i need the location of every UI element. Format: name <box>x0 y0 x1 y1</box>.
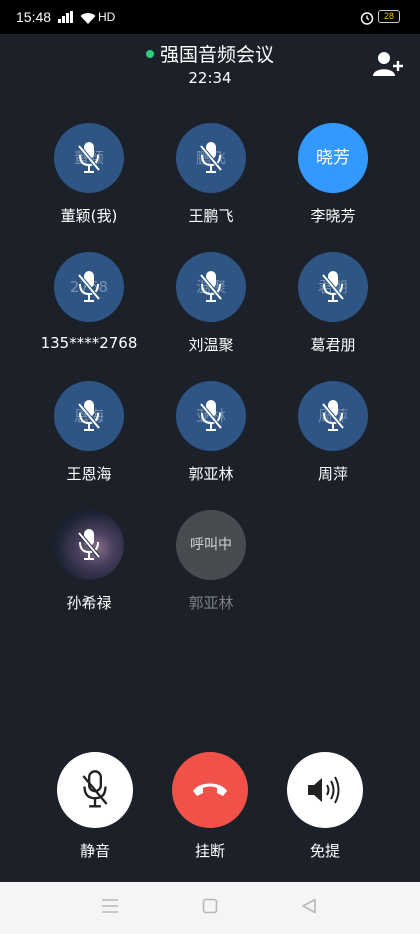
mute-button[interactable] <box>57 752 133 828</box>
participant-tile[interactable]: 董颖 董颖(我) <box>28 123 150 226</box>
avatar: 恩海 <box>54 381 124 451</box>
participant-name: 葛君朋 <box>310 336 356 354</box>
conference-header: 强国音频会议 22:34 <box>0 40 420 87</box>
hangup-label: 挂断 <box>194 842 225 860</box>
participant-tile[interactable]: 晓芳 李晓芳 <box>272 123 394 226</box>
avatar-active-speaker: 晓芳 <box>298 123 368 193</box>
participant-name: 郭亚林 <box>188 594 234 612</box>
network-type: HD <box>98 10 116 24</box>
participant-name: 王恩海 <box>66 465 112 483</box>
back-icon[interactable] <box>301 898 317 914</box>
participant-name: 王鹏飞 <box>188 207 234 225</box>
avatar: 鹏飞 <box>176 123 246 193</box>
avatar: 董颖 <box>54 123 124 193</box>
avatar-photo <box>54 510 124 580</box>
avatar: 君朋 <box>298 252 368 322</box>
speaker-control: 免提 <box>275 752 375 861</box>
participant-tile[interactable]: 亚林 郭亚林 <box>150 381 272 484</box>
status-bar: 15:48 HD 28 <box>0 0 420 34</box>
participant-name: 郭亚林 <box>188 465 234 483</box>
conference-title: 强国音频会议 <box>159 44 274 66</box>
avatar: 亚林 <box>176 381 246 451</box>
add-user-icon <box>373 52 403 76</box>
participant-name: 135****2768 <box>40 334 138 352</box>
mic-muted-icon <box>77 529 101 560</box>
participant-name: 刘温聚 <box>188 336 234 354</box>
avatar: 温聚 <box>176 252 246 322</box>
status-time: 15:48 <box>16 9 52 25</box>
wifi-icon <box>80 10 96 29</box>
speaker-label: 免提 <box>309 842 340 860</box>
hangup-button[interactable] <box>172 752 248 828</box>
participant-tile[interactable]: 恩海 王恩海 <box>28 381 150 484</box>
call-controls: 静音 挂断 免提 <box>0 752 420 862</box>
mic-muted-icon <box>199 400 223 431</box>
participant-name: 周萍 <box>317 465 348 483</box>
mic-muted-icon <box>199 271 223 302</box>
avatar: 2768 <box>54 252 124 322</box>
menu-icon[interactable] <box>101 898 119 914</box>
mic-muted-icon <box>321 400 345 431</box>
participant-name: 孙希禄 <box>66 594 112 612</box>
system-nav-bar <box>0 882 420 934</box>
mic-muted-icon <box>77 142 101 173</box>
participant-tile[interactable]: 2768 135****2768 <box>28 252 150 352</box>
mic-muted-icon <box>82 770 108 808</box>
add-participant-button[interactable] <box>372 50 404 78</box>
participant-tile[interactable]: 温聚 刘温聚 <box>150 252 272 355</box>
phone-hangup-icon <box>193 783 227 796</box>
speaker-button[interactable] <box>287 752 363 828</box>
home-icon[interactable] <box>202 898 218 914</box>
participant-name: 李晓芳 <box>310 207 356 225</box>
hangup-control: 挂断 <box>160 752 260 861</box>
mute-label: 静音 <box>79 842 110 860</box>
online-dot-icon <box>145 49 154 58</box>
mic-muted-icon <box>199 142 223 173</box>
participant-tile[interactable]: 孙希禄 <box>28 510 150 613</box>
call-duration: 22:34 <box>188 69 232 87</box>
participant-name: 董颖(我) <box>60 207 118 225</box>
participant-tile-calling[interactable]: 呼叫中 郭亚林 <box>150 510 272 613</box>
participant-tile[interactable]: 君朋 葛君朋 <box>272 252 394 355</box>
speaker-icon <box>308 776 340 804</box>
mute-control: 静音 <box>45 752 145 861</box>
signal-icon <box>58 11 73 23</box>
mic-muted-icon <box>321 271 345 302</box>
calling-status: 呼叫中 <box>190 537 232 553</box>
avatar: 周萍 <box>298 381 368 451</box>
avatar-calling: 呼叫中 <box>176 510 246 580</box>
battery-indicator: 28 <box>378 10 400 23</box>
mic-muted-icon <box>77 271 101 302</box>
participant-tile[interactable]: 周萍 周萍 <box>272 381 394 484</box>
avatar-initial: 晓芳 <box>316 148 350 168</box>
participant-tile[interactable]: 鹏飞 王鹏飞 <box>150 123 272 226</box>
mic-muted-icon <box>77 400 101 431</box>
alarm-icon <box>360 10 374 29</box>
